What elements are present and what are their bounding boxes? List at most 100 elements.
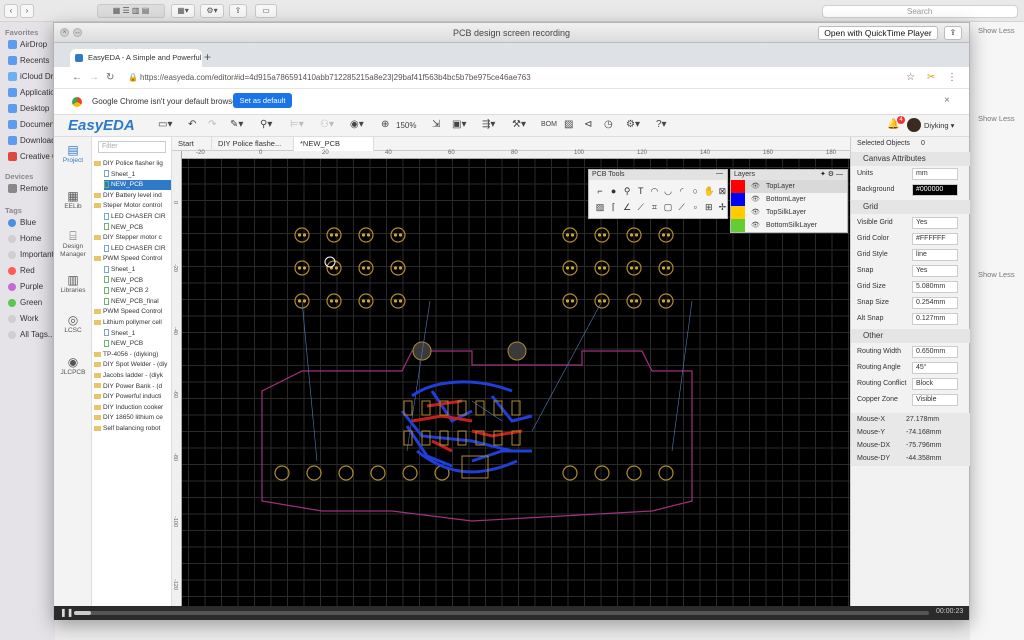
sidebar-item-favorite[interactable]: Downloads — [8, 136, 55, 146]
component-footprint[interactable] — [421, 400, 431, 416]
text-icon[interactable]: T — [636, 186, 646, 196]
tree-item[interactable]: NEW_PCB — [104, 339, 171, 349]
routing-conflict-select[interactable]: Block — [912, 378, 958, 390]
bom-button[interactable]: BOM — [541, 121, 557, 128]
led-footprint[interactable] — [562, 227, 578, 243]
avatar[interactable] — [907, 118, 921, 132]
sidebar-item-tag[interactable]: All Tags... — [8, 330, 55, 339]
tree-item[interactable]: Jacobs ladder - (diyk — [94, 371, 171, 381]
line-icon[interactable]: ⟋ — [636, 202, 646, 212]
filter-input[interactable]: Filter — [98, 141, 166, 153]
nav-libraries[interactable]: ▥ Libraries — [54, 273, 92, 295]
sidebar-item-tag[interactable]: Purple — [8, 282, 55, 291]
eye-icon[interactable]: 👁 — [751, 180, 760, 193]
share-icon[interactable]: ⇪ — [229, 4, 247, 18]
zoom-icon[interactable]: ⊕ — [381, 119, 389, 130]
layer-row[interactable]: 👁 BottomSilkLayer — [731, 219, 847, 232]
connect-pad-icon[interactable]: ✢ — [717, 202, 727, 212]
layer-row[interactable]: 👁 BottomLayer — [731, 193, 847, 206]
eye-icon[interactable]: 👁 — [751, 219, 760, 232]
led-footprint[interactable] — [370, 465, 386, 481]
share-icon[interactable]: ⇪ — [944, 26, 962, 40]
address-bar[interactable]: 🔒 https://easyeda.com/editor#id=4d915a78… — [126, 70, 956, 86]
align-icon[interactable]: ⊨▾ — [290, 119, 304, 130]
star-icon[interactable]: ☆ — [906, 72, 915, 83]
place-pin-icon[interactable]: ⚲▾ — [260, 119, 272, 130]
tag-icon[interactable]: ▭ — [255, 4, 277, 18]
show-less-link[interactable]: Show Less — [978, 26, 1015, 35]
track-icon[interactable]: ⌐ — [595, 186, 605, 196]
snap-size-input[interactable]: 0.254mm — [912, 297, 958, 309]
rect-icon[interactable]: ▢ — [663, 202, 673, 212]
led-footprint[interactable] — [562, 260, 578, 276]
eye-icon[interactable]: 👁 — [751, 193, 760, 206]
sidebar-item-tag[interactable]: Important — [8, 250, 55, 259]
layer-controls-icon[interactable]: ✦ ⚙ — — [820, 170, 843, 178]
layer-color-swatch[interactable] — [731, 206, 745, 219]
tree-item[interactable]: Lithium pollymer cell — [94, 318, 171, 328]
show-less-link[interactable]: Show Less — [978, 114, 1015, 123]
tree-item[interactable]: NEW_PCB_final — [104, 297, 171, 307]
grid-style-select[interactable]: line — [912, 249, 958, 261]
led-footprint[interactable] — [594, 227, 610, 243]
component-footprint[interactable] — [457, 400, 467, 416]
pencil-icon[interactable]: ✎▾ — [230, 119, 243, 130]
grid-color-input[interactable]: #FFFFFF — [912, 233, 958, 245]
layer-row[interactable]: 👁 TopLayer — [731, 180, 847, 193]
nav-design-manager[interactable]: ⌸ Design Manager — [54, 229, 92, 259]
chart-icon[interactable]: ▨ — [564, 119, 573, 130]
tree-item[interactable]: Steper Motor control — [94, 201, 171, 211]
canvas-attributes-section[interactable]: Canvas Attributes — [851, 152, 970, 166]
visible-grid-select[interactable]: Yes — [912, 217, 958, 229]
view-mode-buttons[interactable]: ▦ ☰ ▥ ▤ — [97, 4, 165, 18]
sidebar-item-tag[interactable]: Green — [8, 298, 55, 307]
tree-item[interactable]: DIY Induction cooker — [94, 403, 171, 413]
undo-icon[interactable]: ↶ — [188, 119, 196, 130]
led-footprint[interactable] — [658, 465, 674, 481]
show-less-link[interactable]: Show Less — [978, 270, 1015, 279]
open-with-quicktime-button[interactable]: Open with QuickTime Player — [818, 26, 938, 40]
hole-icon[interactable]: ⌗ — [649, 202, 659, 212]
led-footprint[interactable] — [594, 260, 610, 276]
cross-icon[interactable]: ⊠ — [717, 186, 727, 196]
tree-item[interactable]: Sheet_1 — [104, 265, 171, 275]
sidebar-item-favorite[interactable]: Applications — [8, 88, 55, 98]
file-folder-icon[interactable]: ▭▾ — [158, 119, 172, 130]
tree-item[interactable]: DIY Spot Welder - (diy — [94, 360, 171, 370]
nav-lcsc[interactable]: ◎ LCSC — [54, 313, 92, 335]
tree-item[interactable]: TP-4056 - (diyking) — [94, 350, 171, 360]
solid-region-icon[interactable]: ▫ — [690, 202, 700, 212]
led-footprint[interactable] — [326, 227, 342, 243]
sidebar-item-tag[interactable]: Work — [8, 314, 55, 323]
tree-item[interactable]: PWM Speed Control — [94, 254, 171, 264]
led-footprint[interactable] — [358, 293, 374, 309]
layer-color-swatch[interactable] — [731, 180, 745, 193]
sidebar-item-favorite[interactable]: iCloud Drive — [8, 72, 55, 82]
doc-tab[interactable]: DIY Police flashe... — [212, 137, 294, 151]
led-footprint[interactable] — [338, 465, 354, 481]
tree-item[interactable]: DIY Battery level ind — [94, 191, 171, 201]
angle-icon[interactable]: ∠ — [622, 202, 632, 212]
tree-item[interactable]: NEW_PCB — [104, 180, 171, 191]
sidebar-item-tag[interactable]: Red — [8, 266, 55, 275]
measure-icon[interactable]: ⟋ — [677, 202, 687, 212]
copper-area-icon[interactable]: ⊞ — [704, 202, 714, 212]
reload-icon[interactable]: ↻ — [106, 72, 114, 83]
back-arrow-icon[interactable]: ← — [72, 72, 82, 83]
finder-search-input[interactable]: Search — [822, 5, 1018, 18]
sidebar-item-favorite[interactable]: Creative Cloud — [8, 152, 55, 162]
background-color-input[interactable]: #000000 — [912, 184, 958, 196]
tree-item[interactable]: NEW_PCB 2 — [104, 286, 171, 296]
units-select[interactable]: mm — [912, 168, 958, 180]
extension-icon[interactable]: ✂ — [927, 72, 935, 83]
camera-icon[interactable]: ▣▾ — [452, 119, 466, 130]
zoom-level[interactable]: 150% — [396, 121, 416, 130]
dimension-icon[interactable]: ⌈ — [609, 202, 619, 212]
led-footprint[interactable] — [358, 260, 374, 276]
sidebar-item-favorite[interactable]: AirDrop — [8, 40, 55, 50]
tree-item[interactable]: DIY Police flasher lig — [94, 159, 171, 169]
export-icon[interactable]: ⇲ — [432, 119, 440, 130]
playback-scrubber[interactable] — [74, 611, 929, 615]
menu-icon[interactable]: ⋮ — [947, 72, 957, 83]
doc-tab[interactable]: Start — [172, 137, 212, 151]
